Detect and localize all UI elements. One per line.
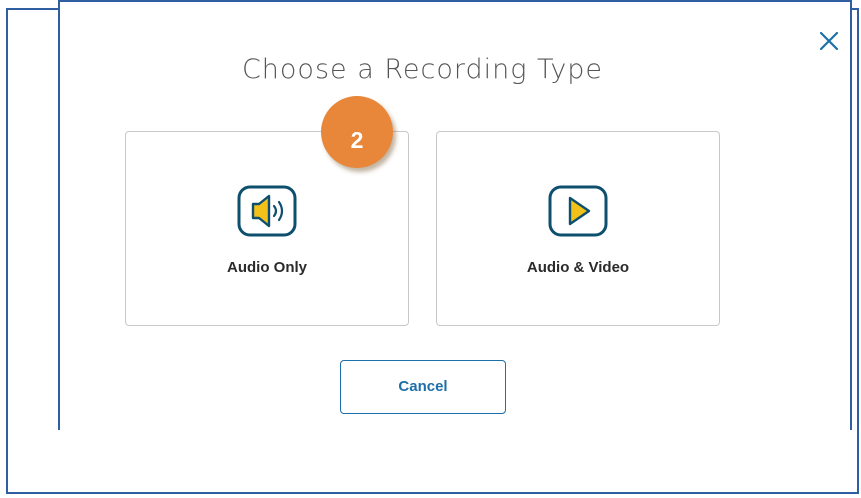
audio-only-label: Audio Only [227, 259, 307, 276]
dialog-title: Choose a Recording Type [241, 54, 604, 85]
audio-video-label: Audio & Video [526, 259, 630, 276]
step-number: 2 [350, 127, 364, 153]
close-icon [819, 31, 839, 51]
close-button[interactable] [816, 28, 842, 54]
screenshot-canvas: Choose a Recording Type Audio Only Audio… [0, 0, 861, 498]
step-badge: 2 [321, 96, 399, 174]
cancel-button[interactable]: Cancel [340, 360, 506, 414]
audio-video-option[interactable]: Audio & Video [436, 131, 720, 326]
speaker-icon [236, 184, 298, 238]
play-icon [547, 184, 609, 238]
